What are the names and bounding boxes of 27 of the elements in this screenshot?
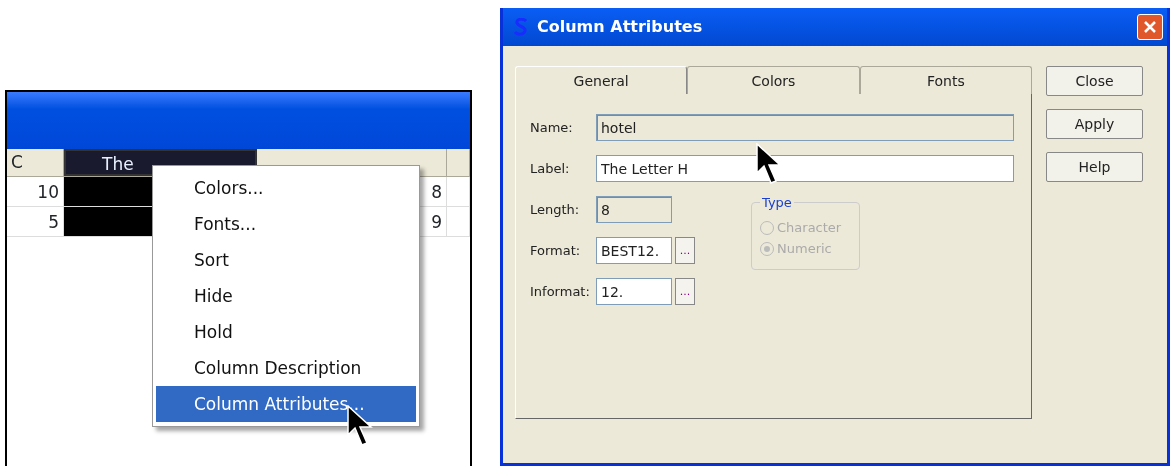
close-button[interactable] [1137, 14, 1163, 40]
close-icon [1143, 20, 1157, 34]
browse-button[interactable]: ... [675, 237, 695, 264]
field-label: Label: [530, 159, 571, 178]
menu-item[interactable]: Hold [156, 314, 416, 350]
radio-label: Character [777, 218, 842, 237]
input-field[interactable]: 12. [596, 278, 672, 305]
app-icon [513, 18, 529, 36]
menu-item[interactable]: Column Description [156, 350, 416, 386]
input-field[interactable]: BEST12. [596, 237, 672, 264]
tab[interactable]: Colors [687, 66, 860, 94]
menu-item[interactable]: Column Attributes... [156, 386, 416, 422]
radio-label: Numeric [777, 239, 832, 258]
dialog-button[interactable]: Apply [1046, 109, 1143, 139]
window-title: Column Attributes [537, 16, 703, 38]
input-field[interactable]: The Letter H [596, 155, 1014, 182]
dialog-button[interactable]: Close [1046, 66, 1143, 96]
field-label: Name: [530, 118, 574, 137]
field-label: Informat: [530, 282, 591, 301]
dialog-button[interactable]: Help [1046, 152, 1143, 182]
menu-item[interactable]: Hide [156, 278, 416, 314]
tab[interactable]: Fonts [859, 66, 1032, 94]
field-label: Format: [530, 241, 582, 260]
browse-button[interactable]: ... [675, 278, 695, 305]
tab[interactable]: General [515, 66, 688, 94]
menu-item[interactable]: Sort [156, 242, 416, 278]
field-label: Length: [530, 200, 581, 219]
